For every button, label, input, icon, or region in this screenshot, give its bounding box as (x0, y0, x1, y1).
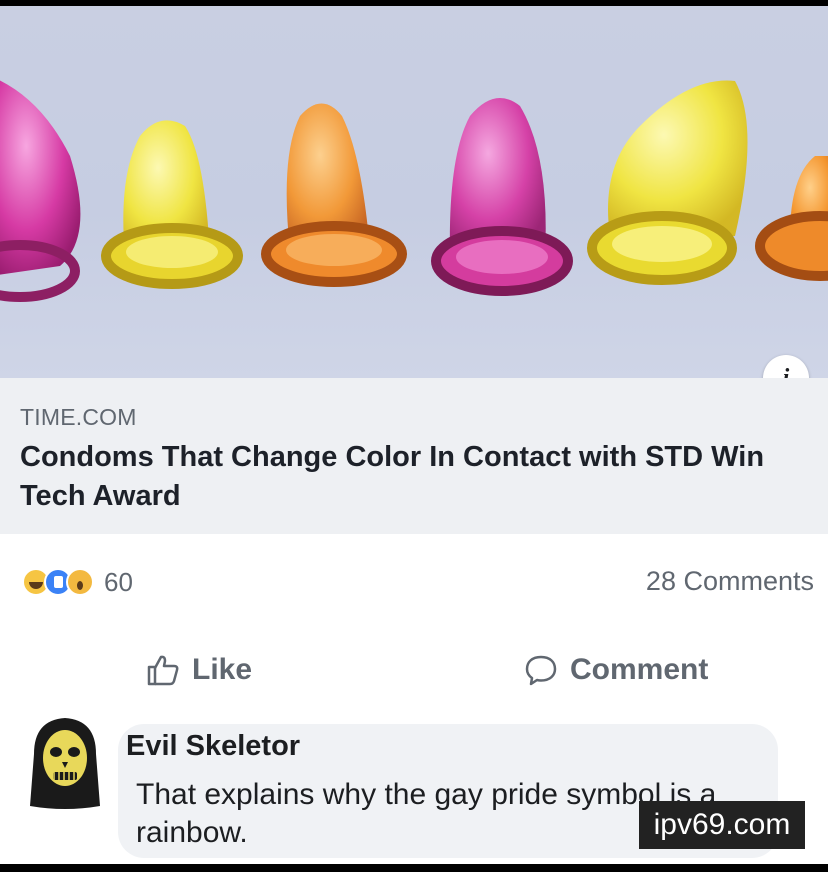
condoms-image (0, 80, 828, 302)
commenter-avatar[interactable] (26, 714, 104, 812)
comments-count[interactable]: 28 Comments (646, 566, 814, 597)
reactions-summary[interactable]: 60 (22, 566, 133, 598)
pink-condom-left (0, 80, 81, 302)
comment-button[interactable]: Comment (524, 648, 708, 692)
thumbs-up-icon (147, 655, 179, 686)
orange-condom (261, 103, 407, 287)
orange-condom-right (755, 156, 828, 281)
comment-bubble-icon (525, 655, 557, 686)
like-button[interactable]: Like (146, 648, 252, 692)
yellow-condom-1 (101, 120, 243, 289)
like-button-label: Like (192, 653, 253, 686)
link-source: TIME.COM (20, 404, 137, 430)
watermark: ipv69.com (639, 801, 805, 849)
skeletor-avatar (30, 718, 100, 809)
link-headline[interactable]: Condoms That Change Color In Contact wit… (20, 438, 780, 516)
comment-button-label: Comment (570, 653, 709, 686)
yellow-condom-2 (587, 80, 748, 285)
pink-condom (431, 98, 573, 296)
wow-reaction-icon (66, 568, 94, 596)
link-preview-image[interactable] (0, 6, 828, 378)
reactions-count: 60 (104, 566, 133, 597)
bottom-border (0, 864, 828, 872)
commenter-name[interactable]: Evil Skeletor (126, 730, 300, 763)
